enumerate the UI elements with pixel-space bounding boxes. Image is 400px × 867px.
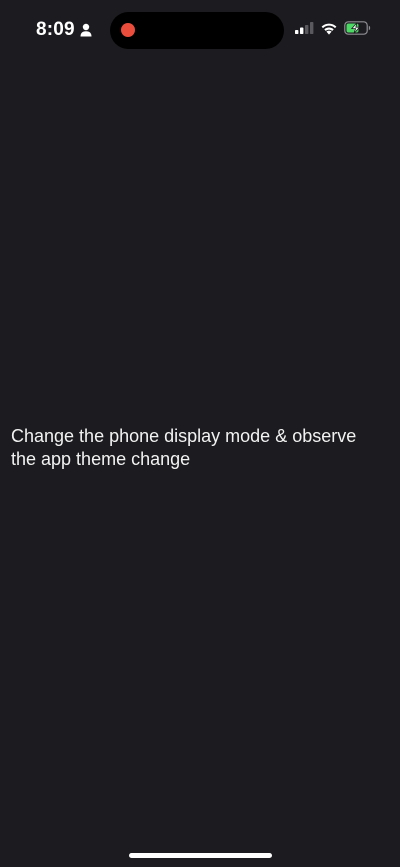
status-icons (295, 21, 372, 35)
status-time: 8:09 (36, 19, 75, 40)
cellular-signal-icon (295, 22, 314, 34)
person-icon (80, 23, 92, 37)
dynamic-island (110, 12, 284, 49)
home-indicator[interactable] (129, 853, 272, 858)
status-bar: 8:09 (0, 0, 400, 60)
wifi-icon (321, 23, 337, 35)
battery-charging-icon (344, 21, 371, 35)
theme-change-instruction: Change the phone display mode & observe … (11, 426, 357, 469)
recording-indicator-icon (121, 23, 135, 37)
time-group: 8:09 (36, 18, 92, 42)
